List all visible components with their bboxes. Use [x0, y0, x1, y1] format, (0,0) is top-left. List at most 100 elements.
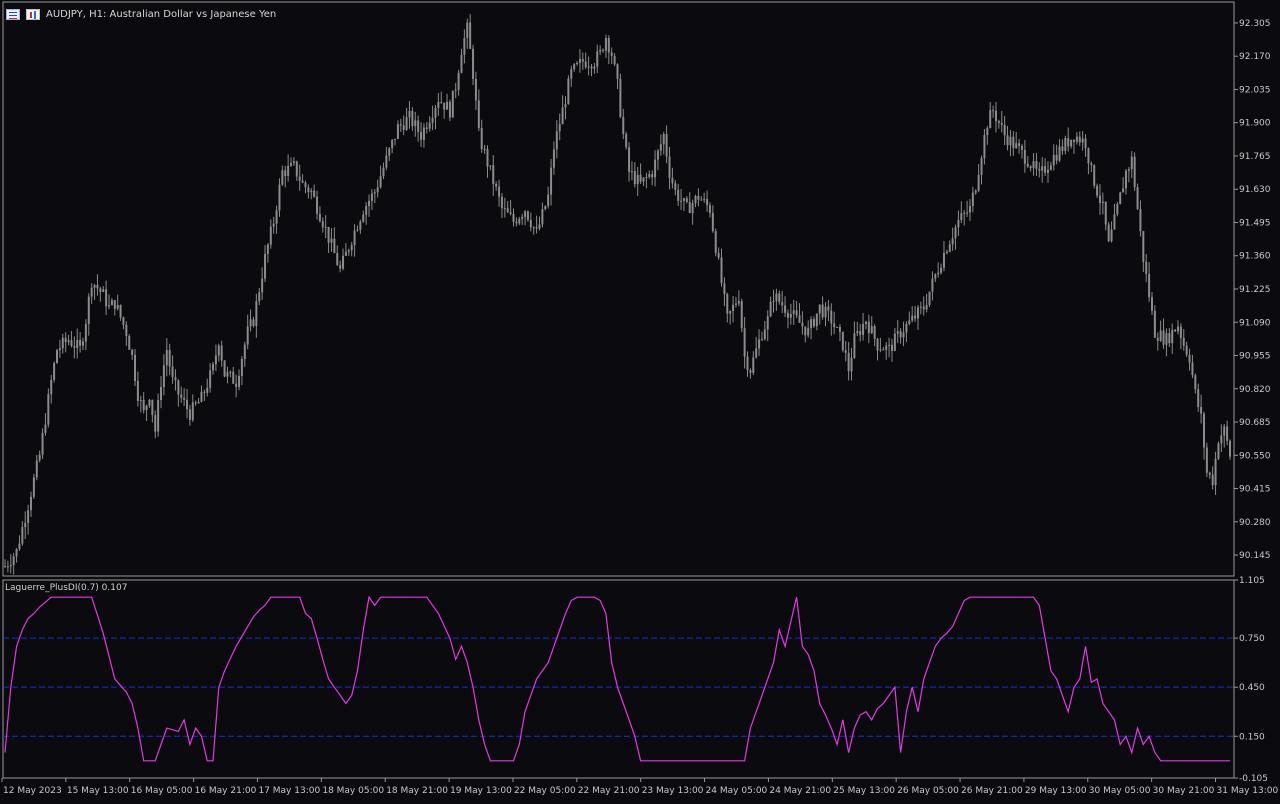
x-tick-label: 29 May 13:00: [1025, 786, 1087, 796]
menu-list-icon[interactable]: [6, 8, 20, 20]
candle-body: [512, 213, 515, 222]
candle-body: [1009, 136, 1012, 146]
candle-body: [93, 284, 96, 288]
candle-body: [706, 198, 709, 206]
candle-body: [50, 379, 53, 395]
candle-body: [217, 345, 220, 356]
candle-body: [682, 198, 685, 201]
candle-body: [1150, 297, 1153, 311]
candle-body: [275, 210, 278, 224]
candle-body: [555, 131, 558, 150]
chart-canvas[interactable]: 92.305 92.170 92.035 91.900 91.765 91.630 91.4…: [0, 0, 1280, 800]
candle-body: [162, 365, 165, 387]
candle-body: [191, 402, 194, 421]
candle-body: [32, 477, 35, 497]
candle-body: [656, 150, 659, 160]
candle-body: [550, 167, 553, 195]
candle-body: [79, 339, 82, 346]
candle-body: [73, 345, 76, 348]
chart-icon[interactable]: [26, 8, 40, 20]
candle-body: [1176, 326, 1179, 332]
y-tick-label: 90.820: [1239, 385, 1271, 395]
candle-body: [122, 317, 125, 325]
candle-body: [940, 267, 943, 273]
candle-body: [116, 305, 119, 309]
candle-body: [290, 162, 293, 166]
candle-body: [64, 337, 67, 343]
candle-body: [362, 214, 365, 222]
candle-body: [1133, 156, 1136, 188]
candle-body: [339, 265, 342, 269]
candle-body: [1119, 192, 1122, 204]
candle-body: [108, 305, 111, 307]
candle-body: [590, 66, 593, 69]
candle-body: [833, 323, 836, 328]
candle-body: [396, 124, 399, 139]
candle-body: [1191, 362, 1194, 376]
candle-body: [278, 184, 281, 211]
candle-body: [336, 253, 339, 266]
candle-body: [448, 101, 451, 118]
candle-body: [1139, 209, 1142, 232]
candle-body: [500, 196, 503, 209]
candle-body: [1217, 443, 1220, 459]
candle-body: [82, 341, 85, 346]
candle-body: [463, 38, 466, 55]
x-tick-label: 25 May 13:00: [833, 786, 895, 796]
candle-body: [997, 121, 1000, 123]
y-tick-label: 91.630: [1239, 185, 1271, 195]
candle-body: [1153, 310, 1156, 338]
indicator-panel-frame: [2, 579, 1235, 779]
candle-body: [856, 330, 859, 334]
candle-body: [209, 370, 212, 388]
candle-body: [914, 315, 917, 319]
candle-body: [1208, 472, 1211, 475]
candle-body: [518, 218, 521, 224]
candle-body: [269, 226, 272, 245]
candle-body: [521, 216, 524, 219]
y-tick-label: 91.090: [1239, 318, 1271, 328]
x-tick-label: 31 May 13:00: [1217, 786, 1279, 796]
candle-body: [1090, 163, 1093, 166]
candle-body: [492, 165, 495, 184]
candle-body: [405, 117, 408, 130]
candle-body: [67, 340, 70, 343]
candle-body: [685, 198, 688, 202]
candle-body: [1179, 326, 1182, 338]
candle-body: [472, 48, 475, 79]
candle-body: [102, 289, 105, 292]
candle-body: [515, 221, 518, 224]
candle-body: [402, 125, 405, 130]
symbol-title: AUDJPY, H1: Australian Dollar vs Japanes…: [46, 8, 277, 20]
candle-body: [1200, 406, 1203, 414]
candle-body: [440, 101, 443, 103]
candle-body: [596, 51, 599, 67]
candle-body: [677, 189, 680, 201]
candle-body: [310, 190, 313, 193]
candle-body: [529, 219, 532, 228]
candle-body: [232, 371, 235, 384]
candle-body: [1197, 389, 1200, 407]
candle-body: [15, 549, 18, 557]
candle-body: [628, 147, 631, 172]
candle-body: [1041, 166, 1044, 171]
candle-body: [284, 170, 287, 177]
candle-body: [688, 201, 691, 214]
candle-body: [769, 301, 772, 317]
y-tick-label: 90.280: [1239, 518, 1271, 528]
candle-body: [1142, 231, 1145, 262]
candle-body: [925, 304, 928, 310]
candle-body: [446, 101, 449, 110]
candle-body: [919, 306, 922, 308]
candle-body: [1188, 354, 1191, 363]
candle-body: [388, 148, 391, 156]
candle-body: [359, 221, 362, 230]
candle-body: [174, 377, 177, 381]
candle-body: [1020, 145, 1023, 150]
candle-body: [58, 348, 61, 351]
chart-window[interactable]: 92.305 92.170 92.035 91.900 91.765 91.630 91.4…: [0, 0, 1280, 800]
candle-body: [853, 333, 856, 358]
candle-body: [457, 72, 460, 90]
y-tick-label: 90.685: [1239, 418, 1271, 428]
candle-body: [994, 110, 997, 122]
